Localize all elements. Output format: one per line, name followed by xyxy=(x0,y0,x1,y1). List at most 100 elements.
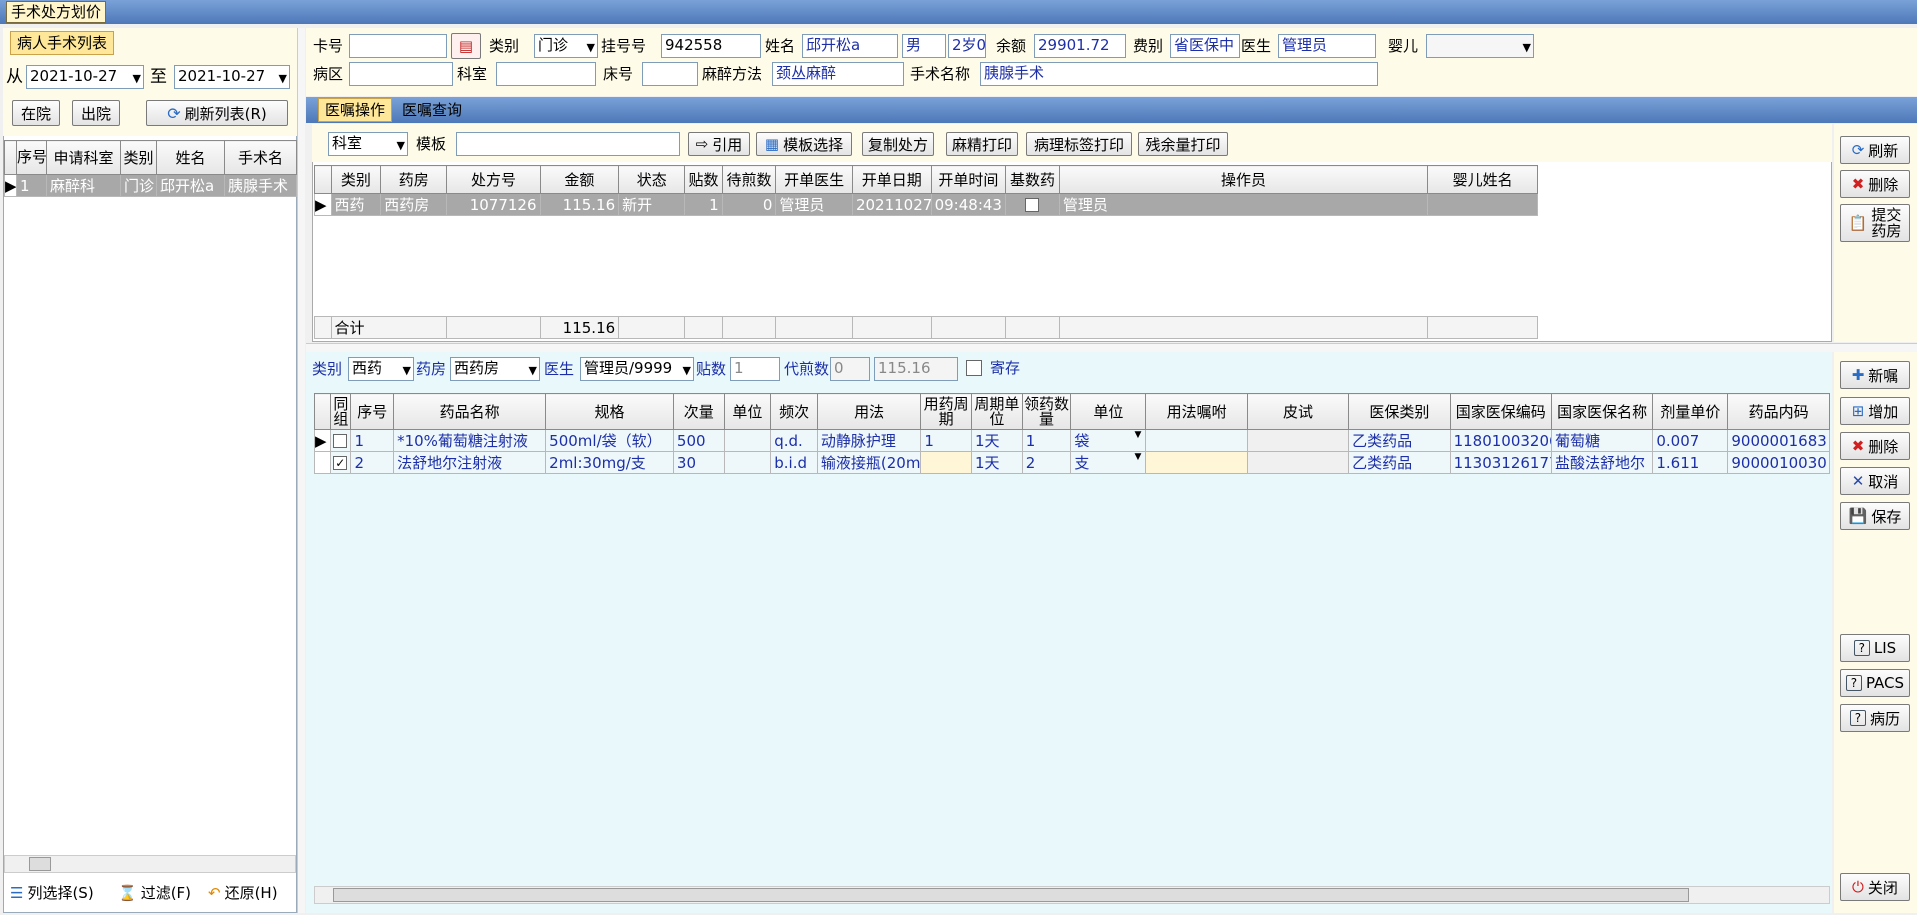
cell-dose[interactable]: 500 xyxy=(672,429,725,452)
col-no[interactable]: 序号 xyxy=(16,140,47,175)
restore-button[interactable]: ↶ 还原(H) xyxy=(208,881,278,905)
sex-field[interactable]: 男 xyxy=(902,34,946,58)
ward-input[interactable] xyxy=(349,62,453,86)
f-pharm-select[interactable]: 西药房 xyxy=(450,357,540,381)
card-input[interactable] xyxy=(349,34,447,58)
vertical-splitter[interactable] xyxy=(297,28,305,913)
col-freq[interactable]: 频次 xyxy=(770,393,818,430)
col-op[interactable]: 手术名 xyxy=(224,140,297,175)
cell-take-unit[interactable]: 支 ▼ xyxy=(1070,451,1147,474)
cell-usage[interactable]: 输液接瓶(20m xyxy=(816,451,922,474)
to-date[interactable]: 2021-10-27 xyxy=(174,65,290,89)
cell-drug-name[interactable]: *10%葡萄糖注射液 xyxy=(393,429,547,452)
col-rx-tie[interactable]: 贴数 xyxy=(684,165,723,194)
col-dose[interactable]: 次量 xyxy=(672,393,725,430)
cell-usage[interactable]: 动静脉护理 xyxy=(816,429,922,452)
dept-input[interactable] xyxy=(496,62,596,86)
col-drug-name[interactable]: 药品名称 xyxy=(393,393,547,430)
save-button[interactable]: 💾 保存 xyxy=(1840,502,1910,530)
left-hscrollbar[interactable] xyxy=(4,855,296,873)
col-unit-price[interactable]: 剂量单价 xyxy=(1652,393,1729,430)
card-reader-icon[interactable]: ▤ xyxy=(451,33,481,59)
table-row[interactable]: ✓ 2 法舒地尔注射液 2ml:30mg/支 30 b.i.d 输液接瓶(20m… xyxy=(313,451,1830,474)
surgery-field[interactable]: 胰腺手术 xyxy=(980,62,1378,86)
lis-button[interactable]: ? LIS xyxy=(1840,634,1910,662)
cell-take-qty[interactable]: 2 xyxy=(1021,451,1072,474)
delete-item-button[interactable]: ✖ 删除 xyxy=(1840,432,1910,460)
deposit-checkbox[interactable] xyxy=(966,360,982,376)
narc-print-button[interactable]: 麻精打印 xyxy=(946,132,1018,156)
new-order-button[interactable]: ✚ 新嘱 xyxy=(1840,361,1910,389)
group-checkbox[interactable]: ✓ xyxy=(330,451,352,474)
table-row[interactable]: ▶ 1 麻醉科 门诊 邱开松a 胰腺手术 xyxy=(4,174,297,197)
reg-input[interactable]: 942558 xyxy=(661,34,761,58)
col-spec[interactable]: 规格 xyxy=(545,393,674,430)
bed-input[interactable] xyxy=(642,62,698,86)
col-ins-code[interactable]: 国家医保编码 xyxy=(1449,393,1552,430)
col-unit[interactable]: 单位 xyxy=(723,393,772,430)
cell-period[interactable] xyxy=(920,451,972,474)
col-rx-type[interactable]: 类别 xyxy=(330,165,382,194)
scope-select[interactable]: 科室 xyxy=(328,132,408,156)
col-rx-base[interactable]: 基数药 xyxy=(1005,165,1060,194)
tab-order-operation[interactable]: 医嘱操作 xyxy=(318,98,393,122)
col-dept[interactable]: 申请科室 xyxy=(46,140,121,175)
residual-print-button[interactable]: 残余量打印 xyxy=(1138,132,1228,156)
cell-take-unit[interactable]: 袋 ▼ xyxy=(1070,429,1147,452)
scroll-thumb[interactable] xyxy=(29,857,51,871)
col-period[interactable]: 用药周期 xyxy=(920,393,972,430)
group-checkbox[interactable] xyxy=(330,429,352,452)
refresh-button[interactable]: ⟳ 刷新 xyxy=(1840,136,1910,164)
doctor-field[interactable]: 管理员 xyxy=(1278,34,1376,58)
template-select-button[interactable]: ▦ 模板选择 xyxy=(756,132,852,156)
template-input[interactable] xyxy=(456,132,680,156)
pacs-button[interactable]: ? PACS xyxy=(1840,669,1910,697)
cite-button[interactable]: ⇨ 引用 xyxy=(688,132,750,156)
close-button[interactable]: ⏻ 关闭 xyxy=(1840,873,1910,901)
scroll-thumb[interactable] xyxy=(333,888,1689,902)
discharged-button[interactable]: 出院 xyxy=(72,100,120,126)
col-rx-wait[interactable]: 待煎数 xyxy=(721,165,777,194)
cell-advice[interactable] xyxy=(1145,451,1248,474)
base-drug-checkbox[interactable] xyxy=(1005,193,1060,216)
f-type-select[interactable]: 西药 xyxy=(348,357,414,381)
anes-field[interactable]: 颈丛麻醉 xyxy=(772,62,904,86)
from-date[interactable]: 2021-10-27 xyxy=(26,65,144,89)
tab-order-query[interactable]: 医嘱查询 xyxy=(402,98,462,122)
cell-freq[interactable]: b.i.d xyxy=(770,451,818,474)
col-take-qty[interactable]: 领药数量 xyxy=(1021,393,1072,430)
add-button[interactable]: ⊞ 增加 xyxy=(1840,397,1910,425)
cell-drug-name[interactable]: 法舒地尔注射液 xyxy=(393,451,547,474)
col-rx-no[interactable]: 处方号 xyxy=(446,165,541,194)
cell-period-unit[interactable]: 1天 xyxy=(971,451,1023,474)
col-ins-type[interactable]: 医保类别 xyxy=(1348,393,1451,430)
refresh-list-button[interactable]: ⟳ 刷新列表(R) xyxy=(146,100,288,126)
baby-select[interactable] xyxy=(1426,34,1534,58)
in-hospital-button[interactable]: 在院 xyxy=(12,100,60,126)
cancel-button[interactable]: ✕ 取消 xyxy=(1840,467,1910,495)
col-rx-pharmacy[interactable]: 药房 xyxy=(380,165,448,194)
col-rx-status[interactable]: 状态 xyxy=(618,165,686,194)
f-decoct-field[interactable]: 0 xyxy=(830,357,870,381)
filter-button[interactable]: ⌛ 过滤(F) xyxy=(118,881,191,905)
col-name[interactable]: 姓名 xyxy=(156,140,225,175)
col-select-button[interactable]: ☰ 列选择(S) xyxy=(10,881,94,905)
col-ins-name[interactable]: 国家医保名称 xyxy=(1550,393,1654,430)
cell-period-unit[interactable]: 1天 xyxy=(971,429,1023,452)
copy-rx-button[interactable]: 复制处方 xyxy=(862,132,934,156)
col-rx-doctor[interactable]: 开单医生 xyxy=(775,165,853,194)
col-take-unit[interactable]: 单位 xyxy=(1070,393,1147,430)
col-rx-baby[interactable]: 婴儿姓名 xyxy=(1427,165,1538,194)
table-row[interactable]: ▶ 1 *10%葡萄糖注射液 500ml/袋（软） 500 q.d. 动静脉护理… xyxy=(313,429,1830,452)
f-tie-stepper[interactable]: 1 xyxy=(730,357,780,381)
col-period-unit[interactable]: 周期单位 xyxy=(971,393,1023,430)
submit-pharmacy-button[interactable]: 📋 提交 药房 xyxy=(1840,204,1910,242)
col-inner-code[interactable]: 药品内码 xyxy=(1727,393,1830,430)
cell-dose[interactable]: 30 xyxy=(672,451,725,474)
horizontal-splitter[interactable] xyxy=(306,343,1917,352)
cell-advice[interactable] xyxy=(1145,429,1248,452)
col-type[interactable]: 类别 xyxy=(120,140,157,175)
col-rx-time[interactable]: 开单时间 xyxy=(930,165,1007,194)
cell-period[interactable]: 1 xyxy=(920,429,972,452)
col-group[interactable]: 同组 xyxy=(330,393,352,430)
